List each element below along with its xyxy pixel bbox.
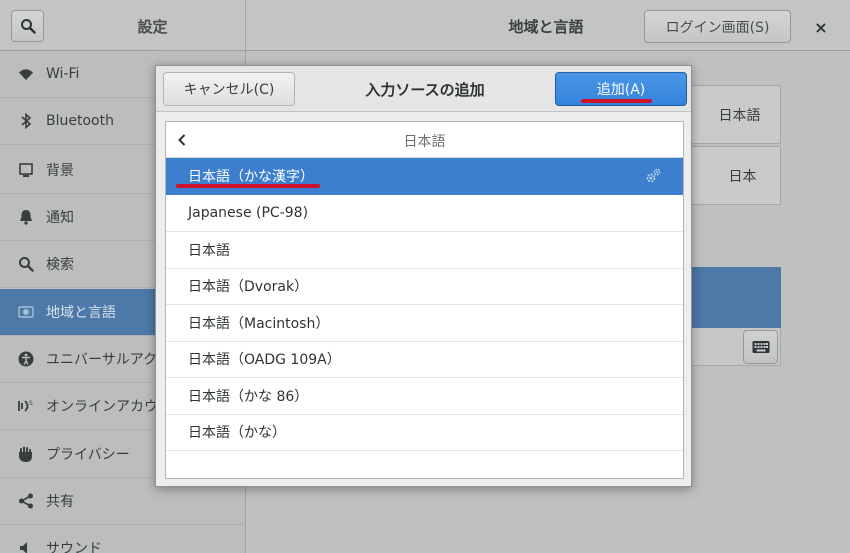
list-item-label: Japanese (PC-98): [188, 205, 309, 221]
sidebar-title: 設定: [137, 18, 168, 36]
bluetooth-icon: [17, 112, 35, 130]
language-value: 日本語: [718, 107, 761, 124]
region-icon: [17, 303, 35, 321]
sidebar-item-label: サウンド: [46, 541, 102, 553]
list-item[interactable]: 日本語（かな漢字）: [166, 158, 683, 195]
keyboard-layout-button[interactable]: [743, 330, 778, 364]
search-icon: [17, 255, 35, 273]
list-item-label: 日本語（かな漢字）: [188, 169, 314, 185]
sound-icon: [17, 539, 35, 553]
share-icon: [17, 492, 35, 510]
list-item-label: 日本語（かな）: [188, 425, 286, 441]
sidebar-item-label: オンラインアカウ: [46, 399, 158, 415]
annotation-underline: [176, 184, 320, 188]
list-item[interactable]: 日本語（かな 86）: [166, 378, 683, 415]
privacy-hand-icon: [17, 445, 35, 463]
list-header-title: 日本語: [403, 134, 446, 150]
formats-row[interactable]: 日本: [690, 146, 781, 205]
close-button[interactable]: ×: [806, 12, 836, 42]
list-item[interactable]: 日本語（かな）: [166, 414, 683, 451]
gears-icon: [646, 168, 661, 183]
list-item[interactable]: Japanese (PC-98): [166, 195, 683, 232]
bell-icon: [17, 208, 35, 226]
list-item-label: 日本語（OADG 109A）: [188, 352, 341, 368]
sidebar-item-label: 検索: [46, 257, 74, 273]
sidebar-header: 設定: [0, 0, 246, 51]
wifi-icon: [17, 65, 35, 83]
input-source-list: 日本語 日本語（かな漢字） Japanese (PC-98) 日本語 日本語（D: [165, 121, 684, 479]
sidebar-item-label: 共有: [46, 494, 74, 510]
sidebar-item-label: 地域と言語: [46, 305, 116, 321]
language-row[interactable]: 日本語: [690, 85, 781, 144]
sidebar-item-label: Wi-Fi: [46, 66, 80, 82]
list-item-label: 日本語（Dvorak）: [188, 279, 309, 295]
accessibility-icon: [17, 350, 35, 368]
list-item-label: 日本語: [188, 243, 230, 259]
list-item-label: 日本語（Macintosh）: [188, 316, 330, 332]
search-icon: [20, 19, 36, 34]
sidebar-item-label: ユニバーサルアク: [46, 352, 158, 368]
keyboard-icon: [752, 341, 769, 353]
sidebar-item-label: 背景: [46, 163, 74, 179]
list-item[interactable]: 日本語（Dvorak）: [166, 268, 683, 305]
svg-text:S: S: [29, 400, 33, 407]
sidebar-item-label: Bluetooth: [46, 113, 114, 129]
search-button[interactable]: [11, 10, 44, 42]
input-source-selected-row[interactable]: [690, 267, 781, 328]
header-bar: 設定 地域と言語 ログイン画面(S) ×: [0, 0, 850, 51]
annotation-underline: [581, 99, 652, 103]
list-item[interactable]: 日本語: [166, 232, 683, 269]
add-input-source-dialog: キャンセル(C) 入力ソースの追加 追加(A) 日本語 日本語（かな漢字） Ja…: [155, 65, 692, 487]
background-icon: [17, 161, 35, 179]
list-header: 日本語: [166, 122, 683, 158]
sidebar-item-label: 通知: [46, 210, 74, 226]
list-item-label: 日本語（かな 86）: [188, 389, 309, 405]
formats-value: 日本: [728, 168, 757, 185]
login-screen-button[interactable]: ログイン画面(S): [644, 10, 791, 43]
dialog-header: キャンセル(C) 入力ソースの追加 追加(A): [156, 66, 691, 112]
settings-window: 設定 地域と言語 ログイン画面(S) × Wi-Fi Bluetooth 背景: [0, 0, 850, 553]
close-icon: ×: [814, 17, 828, 37]
cancel-button[interactable]: キャンセル(C): [163, 72, 295, 106]
dialog-title: 入力ソースの追加: [365, 81, 485, 99]
sidebar-item-label: プライバシー: [46, 447, 130, 463]
list-item[interactable]: 日本語（Macintosh）: [166, 305, 683, 342]
online-accounts-icon: S: [17, 397, 35, 415]
list-item[interactable]: 日本語（OADG 109A）: [166, 341, 683, 378]
sidebar-item-sound[interactable]: サウンド: [0, 525, 246, 553]
